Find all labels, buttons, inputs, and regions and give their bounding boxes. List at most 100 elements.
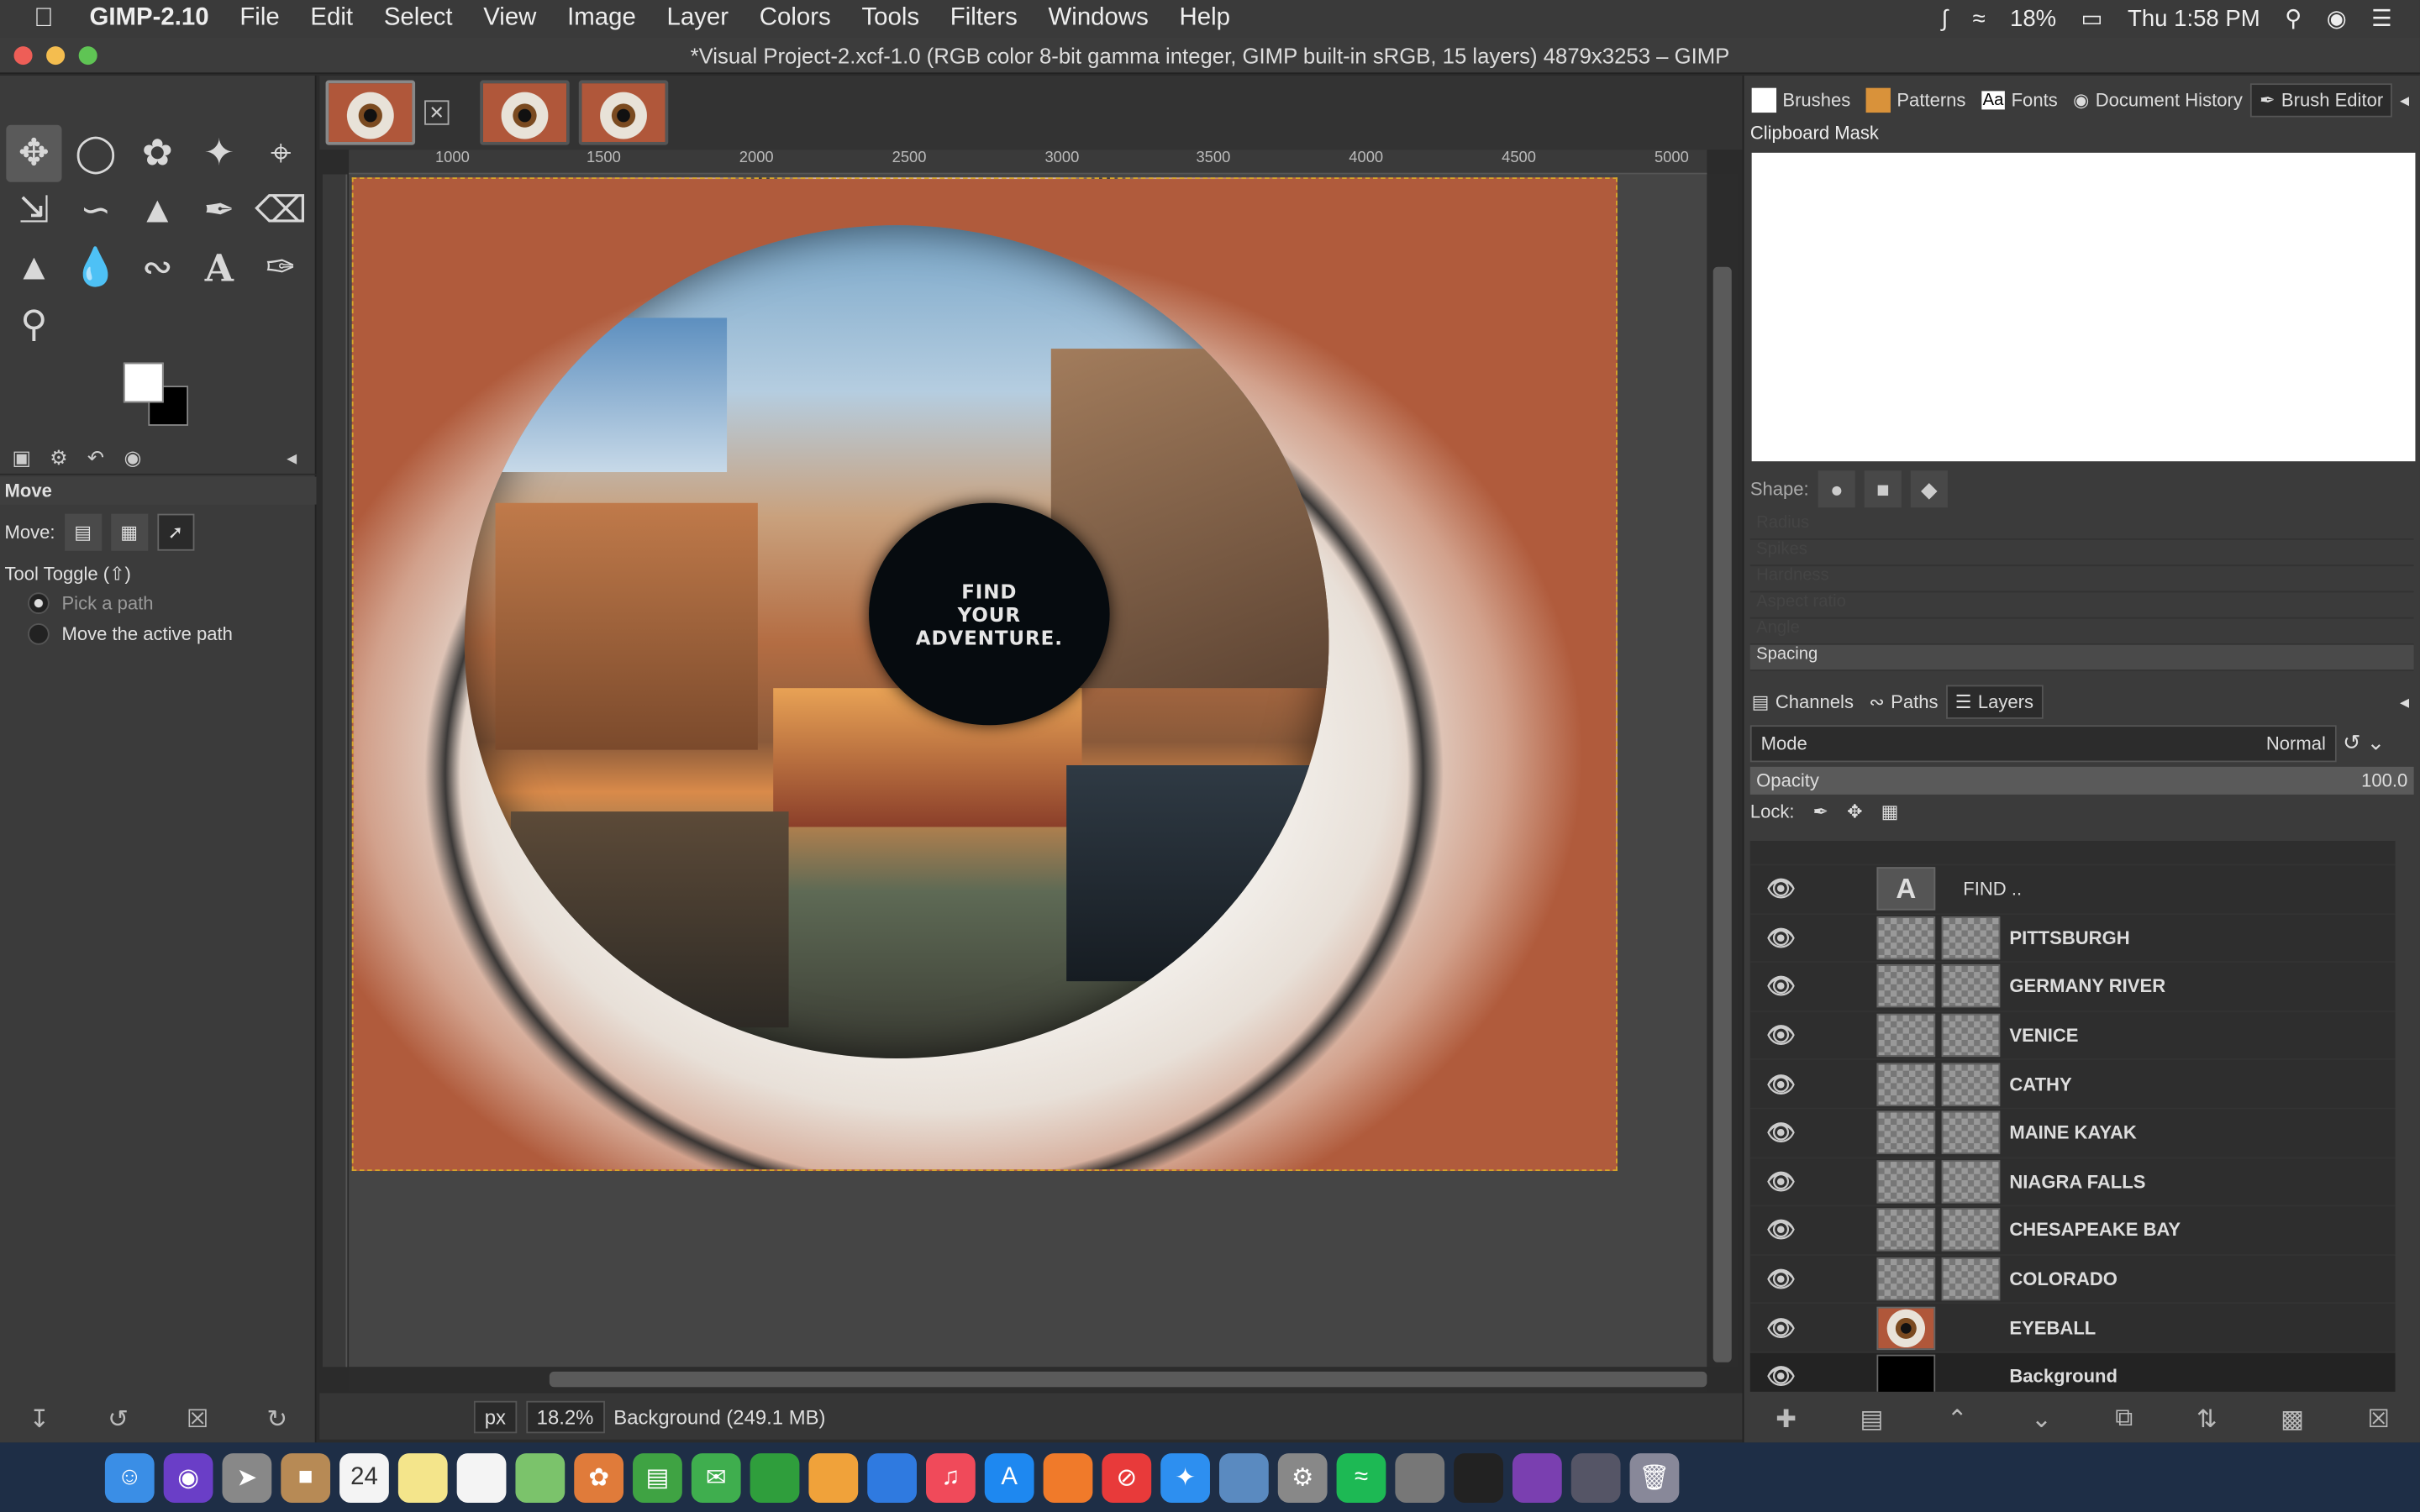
visibility-eye-icon[interactable]: 👁 <box>1750 1168 1812 1195</box>
battery-percent[interactable]: 18% <box>2010 5 2056 31</box>
ellipse-select-tool-icon[interactable]: ◯ <box>68 125 124 182</box>
maps-icon[interactable] <box>515 1452 566 1503</box>
radius-slider[interactable]: Radius <box>1749 514 2414 540</box>
layer-row-find[interactable]: 👁 A FIND .. <box>1749 865 2396 915</box>
layer-row-niagra-falls[interactable]: 👁 NIAGRA FALLS <box>1749 1158 2396 1207</box>
wifi-icon[interactable]: ≈ <box>1973 5 1986 31</box>
zoom-select[interactable]: 18.2% <box>525 1399 605 1433</box>
image-tab-2[interactable] <box>480 80 570 145</box>
pick-a-path-option[interactable]: Pick a path <box>0 588 317 619</box>
trash-icon[interactable]: 🗑 <box>1629 1452 1680 1503</box>
layer-row-colorado[interactable]: 👁 COLORADO <box>1749 1256 2396 1305</box>
battery-icon[interactable]: ▭ <box>2081 5 2103 32</box>
app-menu[interactable]: GIMP-2.10 <box>90 5 209 33</box>
visibility-eye-icon[interactable]: 👁 <box>1750 1314 1812 1341</box>
warp-tool-icon[interactable]: ∽ <box>68 182 124 239</box>
layer-name[interactable]: MAINE KAYAK <box>2009 1122 2136 1144</box>
menu-filters[interactable]: Filters <box>950 5 1018 33</box>
downloads-stack-icon[interactable] <box>1570 1452 1621 1503</box>
numbers-icon[interactable]: ▤ <box>633 1452 682 1503</box>
fuzzy-select-tool-icon[interactable]: ✦ <box>192 125 247 182</box>
lower-layer-icon[interactable]: ⌄ <box>2031 1404 2052 1435</box>
angle-slider[interactable]: Angle <box>1749 619 2414 645</box>
tab-paths[interactable]: ∾ Paths <box>1861 686 1946 717</box>
contacts-icon[interactable]: ■ <box>281 1452 331 1503</box>
images-tab-icon[interactable]: ◉ <box>118 444 149 471</box>
lock-position-icon[interactable]: ✥ <box>1847 801 1862 822</box>
configure-layers-dock-icon[interactable]: ◂ <box>2400 691 2409 713</box>
aspect-ratio-slider[interactable]: Aspect ratio <box>1749 592 2414 619</box>
undo-history-tab-icon[interactable]: ↶ <box>81 444 112 471</box>
layer-row-cathy[interactable]: 👁 CATHY <box>1749 1061 2396 1110</box>
close-image-icon[interactable]: ✕ <box>424 100 450 125</box>
tab-layers[interactable]: ☰ Layers <box>1945 685 2044 719</box>
color-picker-tool-icon[interactable]: ✑ <box>253 239 308 297</box>
reset-options-icon[interactable]: ↻ <box>266 1404 287 1435</box>
image-tab-1[interactable] <box>325 80 416 145</box>
layer-name[interactable]: PITTSBURGH <box>2009 927 2129 949</box>
menu-select[interactable]: Select <box>384 5 453 33</box>
layer-row-background[interactable]: 👁 Background <box>1749 1352 2396 1392</box>
menu-colors[interactable]: Colors <box>760 5 831 33</box>
clock[interactable]: Thu 1:58 PM <box>2128 5 2260 31</box>
zoom-tool-icon[interactable]: ⚲ <box>6 297 61 354</box>
layer-row-venice[interactable]: 👁 VENICE <box>1749 1011 2396 1061</box>
calendar-icon[interactable]: 24 <box>339 1452 389 1503</box>
layer-row-eyeball[interactable]: 👁 EYEBALL <box>1749 1305 2396 1353</box>
add-mask-icon[interactable]: ▩ <box>2281 1404 2304 1435</box>
move-active-path-radio[interactable] <box>28 623 50 645</box>
blocked-app-icon[interactable]: ⊘ <box>1102 1452 1152 1503</box>
layer-name[interactable]: NIAGRA FALLS <box>2009 1171 2145 1193</box>
configure-tab-icon[interactable]: ◂ <box>276 444 308 471</box>
layer-name[interactable]: COLORADO <box>2009 1268 2118 1290</box>
image-canvas[interactable]: FIND YOUR ADVENTURE. <box>351 177 1618 1172</box>
lasso-tool-icon[interactable]: ✿ <box>129 125 185 182</box>
layer-name[interactable]: Background <box>2009 1366 2118 1388</box>
lock-pixels-icon[interactable]: ✒ <box>1813 801 1828 822</box>
device-status-tab-icon[interactable]: ⚙ <box>43 444 74 471</box>
layer-row-chesapeake-bay[interactable]: 👁 CHESAPEAKE BAY <box>1749 1207 2396 1256</box>
new-layer-icon[interactable]: ✚ <box>1776 1404 1797 1435</box>
move-tool-icon[interactable]: ✥ <box>6 124 62 182</box>
paintbrush-tool-icon[interactable]: ✒ <box>192 182 247 239</box>
spotify-icon[interactable]: ≈ <box>1336 1452 1386 1503</box>
text-tool-icon[interactable]: A <box>192 239 247 297</box>
tab-brushes[interactable]: Brushes <box>1744 83 1858 117</box>
fg-bg-colors[interactable] <box>123 362 192 428</box>
siri-icon[interactable]: ◉ <box>2327 5 2347 32</box>
scale-tool-icon[interactable]: ⇲ <box>6 182 61 239</box>
menu-image[interactable]: Image <box>567 5 636 33</box>
list-item[interactable] <box>1749 841 2396 866</box>
visibility-eye-icon[interactable]: 👁 <box>1750 1119 1812 1147</box>
apple-menu-icon[interactable]:  <box>34 3 67 34</box>
bluetooth-icon[interactable]: ∫ <box>1942 5 1949 31</box>
anchor-layer-icon[interactable]: ⇅ <box>2196 1404 2217 1435</box>
vertical-scrollbar[interactable] <box>1707 174 1739 1368</box>
pick-a-path-radio[interactable] <box>28 592 50 615</box>
menu-edit[interactable]: Edit <box>310 5 353 33</box>
app-store-icon[interactable]: A <box>984 1452 1034 1503</box>
terminal-icon[interactable] <box>1454 1452 1503 1503</box>
system-preferences-icon[interactable]: ⚙ <box>1277 1452 1328 1503</box>
tab-patterns[interactable]: Patterns <box>1858 83 1973 117</box>
menu-help[interactable]: Help <box>1179 5 1229 33</box>
finder-icon[interactable]: ☺ <box>104 1452 155 1503</box>
reminders-icon[interactable] <box>456 1452 507 1503</box>
layer-row-pittsburgh[interactable]: 👁 PITTSBURGH <box>1749 914 2396 963</box>
duplicate-layer-icon[interactable]: ⧉ <box>2115 1405 2133 1433</box>
move-selection-icon[interactable]: ▦ <box>110 513 148 551</box>
visibility-eye-icon[interactable]: 👁 <box>1750 875 1812 903</box>
layer-name[interactable]: CATHY <box>2009 1074 2071 1095</box>
visibility-eye-icon[interactable]: 👁 <box>1750 1021 1812 1049</box>
tab-fonts[interactable]: Aa Fonts <box>1974 85 2065 116</box>
layer-row-germany-river[interactable]: 👁 GERMANY RIVER <box>1749 963 2396 1012</box>
messages-icon[interactable]: ✉ <box>691 1452 741 1503</box>
square-shape-icon[interactable]: ■ <box>1864 470 1902 508</box>
menu-windows[interactable]: Windows <box>1049 5 1149 33</box>
visibility-eye-icon[interactable]: 👁 <box>1750 1216 1812 1244</box>
eraser-tool-icon[interactable]: ⌫ <box>253 182 308 239</box>
restore-options-icon[interactable]: ↺ <box>108 1404 129 1435</box>
music-icon[interactable]: ♫ <box>926 1452 976 1503</box>
siri-app-icon[interactable]: ◉ <box>163 1452 213 1503</box>
launchpad-icon[interactable]: ➤ <box>222 1452 272 1503</box>
